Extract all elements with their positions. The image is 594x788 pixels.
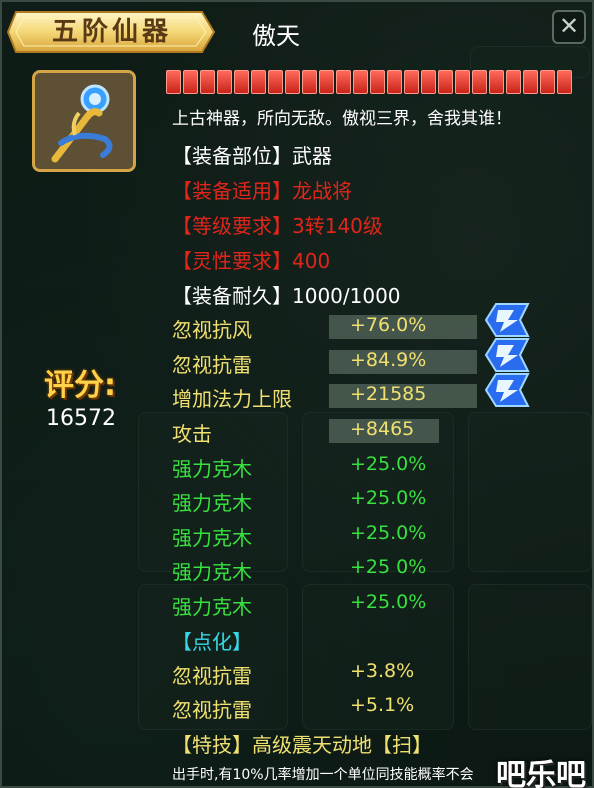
bonus-stat-value: +25.0% — [350, 487, 427, 509]
base-stat-name: 忽视抗雷 — [172, 353, 252, 377]
refine-stat-value: +5.1% — [350, 694, 415, 716]
durability-segment — [234, 70, 249, 94]
staff-icon — [35, 73, 133, 169]
score-label: 评分: — [44, 368, 116, 403]
bonus-stat-value: +25.0% — [350, 591, 427, 613]
base-stat-name: 忽视抗风 — [172, 318, 252, 342]
level-req-row: 【等级要求】3转140级 — [172, 210, 383, 239]
bonus-stat-name: 强力克木 — [172, 526, 252, 550]
tier-banner: 五阶仙器 — [6, 6, 218, 58]
equip-for-row: 【装备适用】龙战将 — [172, 175, 352, 204]
bonus-stat-name: 强力克木 — [172, 457, 252, 481]
refine-stat-name: 忽视抗雷 — [172, 698, 252, 722]
equip-for-value: 龙战将 — [292, 179, 352, 203]
durability-segment — [370, 70, 385, 94]
refine-header: 【点化】 — [172, 630, 252, 654]
durability-segment — [489, 70, 504, 94]
base-stat-value: +76.0% — [350, 314, 427, 336]
skill-description: 出手时,有10%几率增加一个单位同技能概率不会 — [172, 767, 474, 783]
score-value: 16572 — [46, 406, 116, 431]
level-req-label: 【等级要求】 — [172, 214, 292, 238]
item-name: 傲天 — [252, 22, 300, 50]
bonus-stat-name: 强力克木 — [172, 595, 252, 619]
durability-segment — [438, 70, 453, 94]
base-stat-value: +84.9% — [350, 349, 427, 371]
durability-segment — [302, 70, 317, 94]
durability-row: 【装备耐久】1000/1000 — [172, 280, 401, 309]
durability-segment — [353, 70, 368, 94]
durability-segment — [319, 70, 334, 94]
item-tooltip-panel: 五阶仙器 傲天 ✕ 上古神器，所向无敌。傲视三界，舍我其谁！ 【装备部位】武器 … — [0, 0, 594, 788]
equip-slot: 【装备部位】武器 — [172, 144, 332, 168]
awaken-badge-icon — [484, 338, 530, 372]
close-button[interactable]: ✕ — [552, 10, 586, 44]
durability-segment — [251, 70, 266, 94]
refine-stat-value: +3.8% — [350, 660, 415, 682]
bonus-stat-value: +25.0% — [350, 453, 427, 475]
bonus-stat-value: +25 0% — [350, 556, 427, 578]
spirit-req-value: 400 — [292, 249, 331, 273]
refine-stat-name: 忽视抗雷 — [172, 664, 252, 688]
skill-header: 【特技】高级震天动地【扫】 — [172, 733, 432, 757]
base-stat-name: 增加法力上限 — [172, 387, 292, 411]
durability-segment — [404, 70, 419, 94]
bonus-stat-name: 强力克木 — [172, 560, 252, 584]
base-stat-name: 攻击 — [172, 422, 212, 446]
durability-segment — [421, 70, 436, 94]
durability-segment — [285, 70, 300, 94]
item-icon — [32, 70, 136, 172]
durability-segment — [217, 70, 232, 94]
level-req-value: 3转140级 — [292, 214, 383, 238]
watermark: 吧乐吧 — [496, 758, 586, 788]
item-description: 上古神器，所向无敌。傲视三界，舍我其谁！ — [172, 109, 512, 129]
durability-segment — [472, 70, 487, 94]
base-stat-value: +8465 — [350, 418, 415, 440]
spirit-req-label: 【灵性要求】 — [172, 249, 292, 273]
durability-segment — [268, 70, 283, 94]
bonus-stat-name: 强力克木 — [172, 491, 252, 515]
durability-segment — [387, 70, 402, 94]
spirit-req-row: 【灵性要求】400 — [172, 245, 330, 274]
durability-segment — [523, 70, 538, 94]
durability-segment — [200, 70, 215, 94]
durability-segment — [336, 70, 351, 94]
base-stat-value: +21585 — [350, 383, 427, 405]
tier-label: 五阶仙器 — [51, 17, 172, 47]
durability-label: 【装备耐久】 — [172, 284, 292, 308]
durability-segment — [455, 70, 470, 94]
awaken-badge-icon — [484, 373, 530, 407]
durability-segment — [540, 70, 555, 94]
durability-segment — [166, 70, 181, 94]
durability-value: 1000/1000 — [292, 284, 401, 308]
bonus-stat-value: +25.0% — [350, 522, 427, 544]
equip-for-label: 【装备适用】 — [172, 179, 292, 203]
durability-segment — [557, 70, 572, 94]
durability-bar — [166, 70, 572, 94]
durability-segment — [506, 70, 521, 94]
durability-segment — [183, 70, 198, 94]
awaken-badge-icon — [484, 303, 530, 337]
